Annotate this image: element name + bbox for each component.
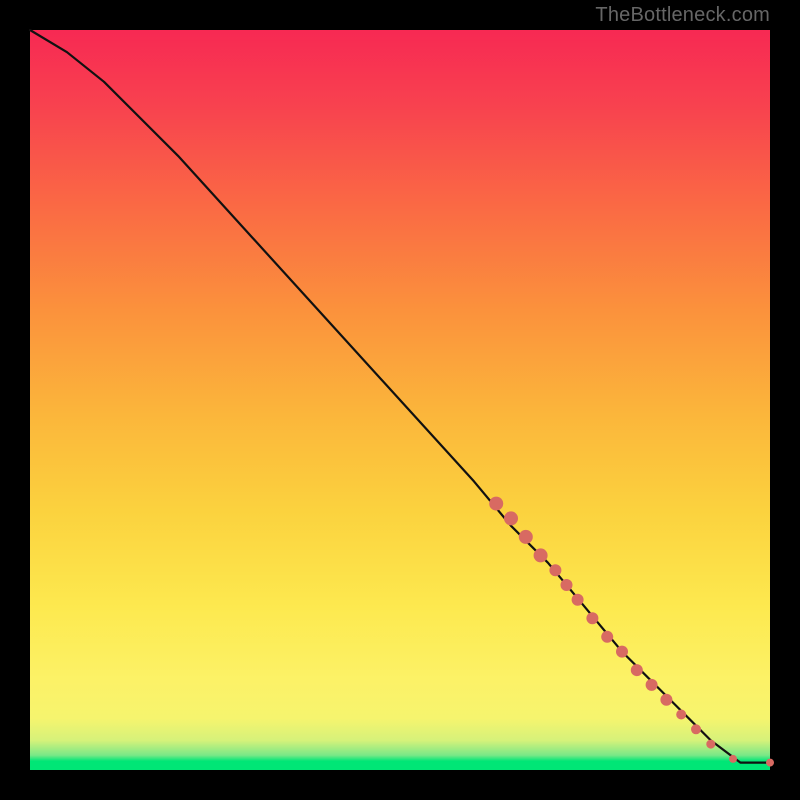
scatter-point (586, 612, 598, 624)
watermark-text: TheBottleneck.com (595, 4, 770, 27)
scatter-point (519, 530, 533, 544)
scatter-point (561, 579, 573, 591)
chart-frame: TheBottleneck.com (0, 0, 800, 800)
scatter-point (631, 664, 643, 676)
scatter-point (706, 740, 715, 749)
scatter-point (572, 594, 584, 606)
scatter-point (691, 724, 701, 734)
scatter-point (766, 759, 774, 767)
scatter-point (504, 511, 518, 525)
scatter-point (549, 564, 561, 576)
scatter-point (729, 755, 737, 763)
scatter-point (616, 646, 628, 658)
scatter-point (601, 631, 613, 643)
scatter-point (660, 694, 672, 706)
scatter-point (676, 710, 686, 720)
curve-path (30, 30, 770, 763)
scatter-point (489, 497, 503, 511)
scatter-point (534, 548, 548, 562)
chart-svg (30, 30, 770, 770)
scatter-point (646, 679, 658, 691)
plot-area (30, 30, 770, 770)
scatter-group (489, 497, 774, 767)
